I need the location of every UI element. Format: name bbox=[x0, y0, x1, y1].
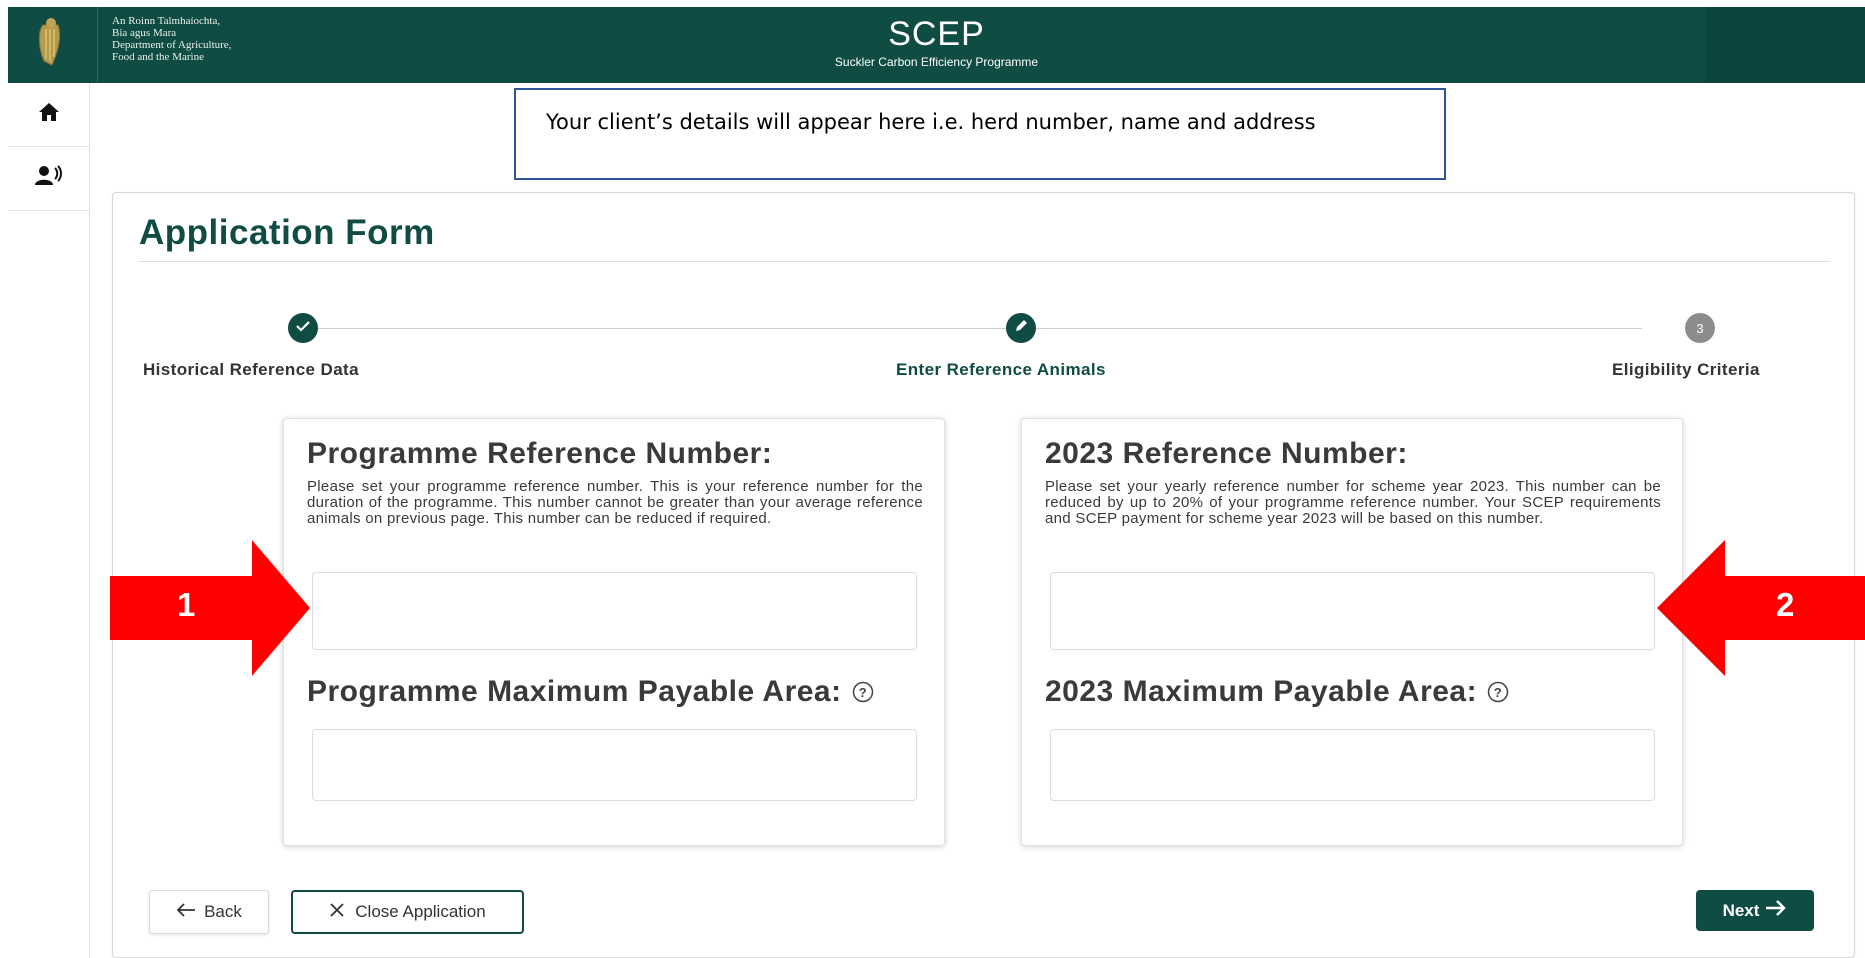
back-button[interactable]: Back bbox=[149, 890, 269, 934]
year-reference-input[interactable] bbox=[1050, 572, 1655, 650]
help-icon[interactable]: ? bbox=[1487, 681, 1509, 703]
header-user-area[interactable] bbox=[1705, 7, 1865, 83]
step-1-marker[interactable] bbox=[288, 313, 318, 343]
step-2-marker[interactable] bbox=[1006, 313, 1036, 343]
programme-reference-input[interactable] bbox=[312, 572, 917, 650]
annotation-label-2: 2 bbox=[1776, 586, 1795, 623]
stepper-connector bbox=[305, 328, 1100, 329]
sidebar bbox=[8, 83, 90, 958]
application-form-card: Application Form 3 Historical Reference … bbox=[112, 192, 1855, 958]
annotation-arrow-2: 2 bbox=[1657, 540, 1865, 676]
client-details-text: Your client’s details will appear here i… bbox=[546, 110, 1316, 134]
year-reference-panel: 2023 Reference Number: Please set your y… bbox=[1021, 418, 1683, 846]
year-reference-description: Please set your yearly reference number … bbox=[1045, 478, 1661, 527]
close-icon bbox=[329, 902, 345, 923]
step-label-reference-animals: Enter Reference Animals bbox=[896, 360, 1106, 379]
programme-reference-description: Please set your programme reference numb… bbox=[307, 478, 923, 527]
title-divider bbox=[139, 261, 1830, 262]
page-title: Application Form bbox=[139, 213, 435, 252]
step-3-marker[interactable]: 3 bbox=[1685, 313, 1715, 343]
app-subtitle: Suckler Carbon Efficiency Programme bbox=[834, 55, 1039, 69]
app-header: An Roinn Talmhaíochta, Bia agus Mara Dep… bbox=[8, 7, 1865, 83]
help-icon[interactable]: ? bbox=[852, 681, 874, 703]
close-application-button[interactable]: Close Application bbox=[291, 890, 524, 934]
client-details-box: Your client’s details will appear here i… bbox=[514, 88, 1446, 180]
sidebar-item-agent[interactable] bbox=[8, 147, 89, 211]
year-reference-heading: 2023 Reference Number: bbox=[1045, 437, 1408, 470]
annotation-arrow-1: 1 bbox=[110, 540, 310, 676]
step-label-historical: Historical Reference Data bbox=[143, 360, 359, 379]
annotation-label-1: 1 bbox=[177, 586, 196, 623]
programme-area-input[interactable] bbox=[312, 729, 917, 801]
svg-text:?: ? bbox=[1494, 685, 1502, 700]
programme-area-heading: Programme Maximum Payable Area: ? bbox=[307, 675, 874, 709]
svg-text:?: ? bbox=[858, 685, 866, 700]
user-speaking-icon bbox=[34, 165, 63, 192]
next-button[interactable]: Next bbox=[1696, 890, 1814, 931]
programme-reference-heading: Programme Reference Number: bbox=[307, 437, 773, 470]
home-icon bbox=[38, 102, 60, 127]
arrow-left-icon bbox=[176, 902, 196, 922]
app-title: SCEP bbox=[888, 15, 985, 53]
step-label-eligibility: Eligibility Criteria bbox=[1612, 360, 1760, 379]
year-area-input[interactable] bbox=[1050, 729, 1655, 801]
stepper-connector bbox=[1050, 328, 1642, 329]
check-icon bbox=[296, 319, 310, 337]
arrow-right-icon bbox=[1765, 900, 1787, 921]
sidebar-item-home[interactable] bbox=[8, 83, 89, 147]
pencil-icon bbox=[1014, 319, 1028, 338]
year-area-heading: 2023 Maximum Payable Area: ? bbox=[1045, 675, 1509, 709]
programme-reference-panel: Programme Reference Number: Please set y… bbox=[283, 418, 945, 846]
